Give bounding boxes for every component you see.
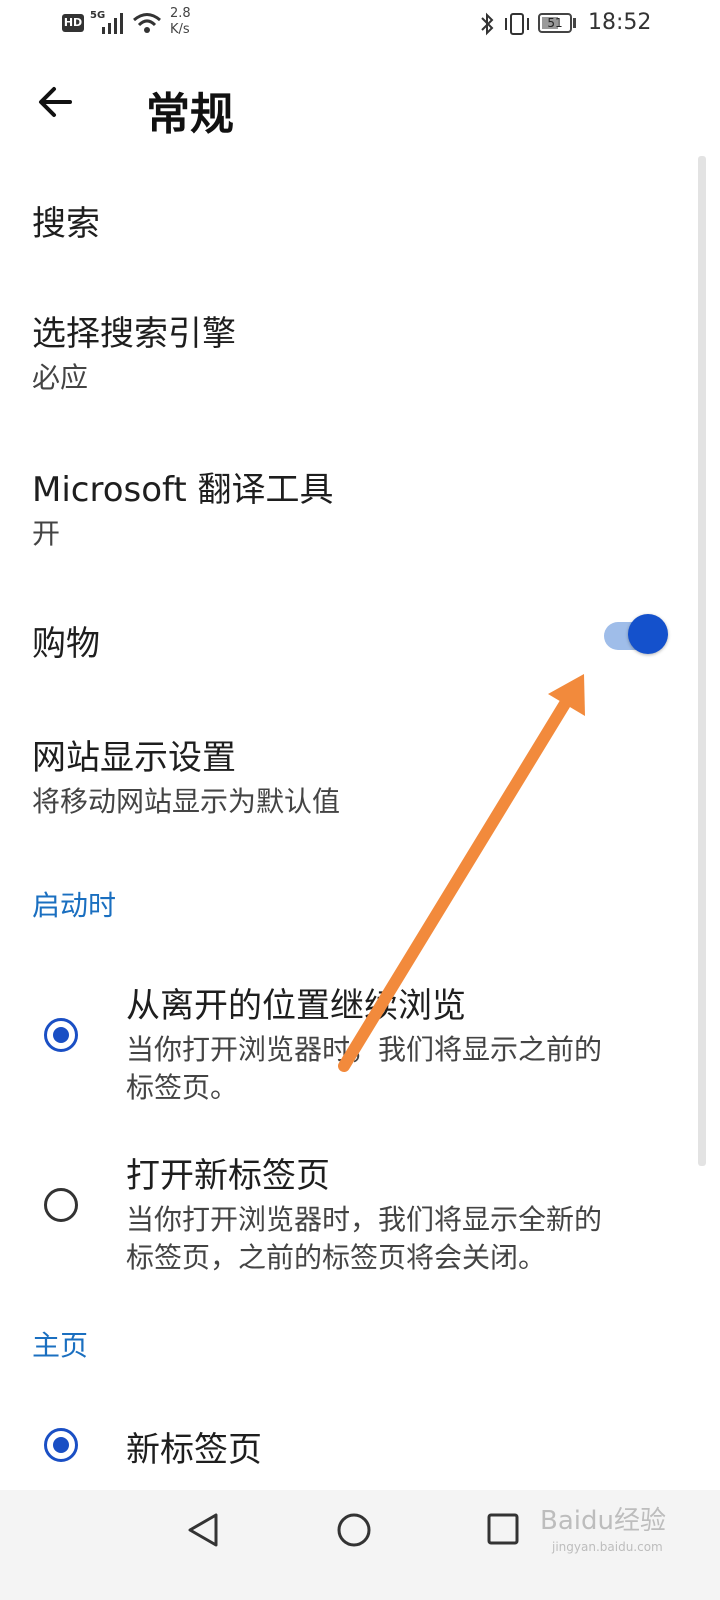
battery-tip — [573, 18, 576, 28]
speed-unit: K/s — [170, 22, 190, 37]
wifi-icon — [133, 13, 161, 33]
translator-value: 开 — [32, 517, 61, 550]
triangle-back-icon[interactable] — [186, 1512, 220, 1548]
startup-option-title: 打开新标签页 — [126, 1156, 330, 1196]
radio-open-new-tab[interactable] — [44, 1188, 78, 1222]
bluetooth-icon — [481, 12, 494, 36]
translator-title: Microsoft 翻译工具 — [32, 470, 334, 510]
homepage-option-title: 新标签页 — [126, 1430, 262, 1470]
hd-badge: HD — [62, 14, 84, 32]
site-display-setting[interactable]: 网站显示设置 将移动网站显示为默认值 — [0, 716, 690, 836]
radio-homepage-new-tab[interactable] — [44, 1428, 78, 1462]
homepage-option-new-tab[interactable]: 新标签页 — [0, 1410, 690, 1480]
watermark-url: jingyan.baidu.com — [552, 1540, 663, 1554]
startup-option-title: 从离开的位置继续浏览 — [126, 986, 466, 1026]
startup-option-continue[interactable]: 从离开的位置继续浏览 当你打开浏览器时，我们将显示之前的 标签页。 — [0, 968, 690, 1108]
translator-setting[interactable]: Microsoft 翻译工具 开 — [0, 446, 690, 566]
arrow-left-icon[interactable] — [36, 82, 76, 122]
startup-option-desc-line2: 标签页，之前的标签页将会关闭。 — [126, 1241, 547, 1274]
square-recents-icon[interactable] — [486, 1512, 520, 1546]
signal-icon — [102, 13, 123, 34]
startup-section-header: 启动时 — [32, 889, 117, 922]
radio-continue-browsing[interactable] — [44, 1018, 78, 1052]
search-engine-title: 选择搜索引擎 — [32, 314, 236, 354]
watermark-logo: Baidu经验 — [540, 1506, 666, 1536]
scrollbar[interactable] — [698, 156, 706, 1166]
homepage-section-header: 主页 — [32, 1329, 89, 1362]
shopping-setting[interactable]: 购物 — [0, 600, 690, 680]
status-bar: HD 5G 2.8 K/s 51 18:52 — [0, 0, 720, 50]
search-section-label: 搜索 — [32, 204, 100, 244]
battery-level: 51 — [547, 16, 563, 30]
clock: 18:52 — [588, 10, 652, 35]
search-engine-value: 必应 — [32, 361, 89, 394]
battery-icon: 51 — [538, 13, 572, 33]
site-display-title: 网站显示设置 — [32, 738, 236, 778]
network-speed: 2.8 K/s — [170, 6, 191, 38]
startup-option-new-tab[interactable]: 打开新标签页 当你打开浏览器时，我们将显示全新的 标签页，之前的标签页将会关闭。 — [0, 1138, 690, 1278]
startup-option-desc-line1: 当你打开浏览器时，我们将显示全新的 — [126, 1203, 603, 1236]
shopping-title: 购物 — [32, 624, 100, 664]
startup-option-desc-line1: 当你打开浏览器时，我们将显示之前的 — [126, 1033, 603, 1066]
site-display-value: 将移动网站显示为默认值 — [32, 785, 341, 818]
vibrate-icon — [505, 13, 529, 35]
page-title: 常规 — [146, 89, 234, 140]
search-engine-setting[interactable]: 选择搜索引擎 必应 — [0, 290, 690, 410]
speed-value: 2.8 — [170, 6, 191, 21]
startup-option-desc-line2: 标签页。 — [126, 1071, 239, 1104]
circle-home-icon[interactable] — [336, 1512, 372, 1548]
toggle-thumb[interactable] — [628, 614, 668, 654]
